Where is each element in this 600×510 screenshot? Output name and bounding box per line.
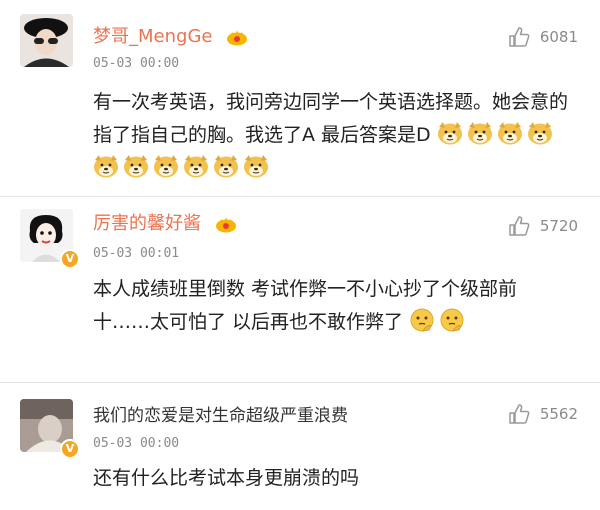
thinking-emoji-icon [440,308,464,332]
doge-emoji-icon [214,155,238,178]
vip-crown-icon [227,30,248,46]
username-text[interactable]: 厉害的馨好酱 [93,213,201,234]
thumbs-up-icon [509,216,530,236]
verified-badge-icon: V [60,249,80,269]
comment-text: 还有什么比考试本身更崩溃的吗 [93,462,573,495]
username[interactable]: 梦哥_MengGe [93,22,248,48]
comment-text-body: 还有什么比考试本身更崩溃的吗 [93,467,360,489]
doge-emoji-icon [94,155,118,178]
doge-emoji-icon [437,122,462,145]
like-count: 5562 [539,405,578,423]
thinking-emoji-icon [410,308,434,332]
doge-emoji-icon [154,155,178,178]
thumbs-up-icon [509,404,530,424]
comment-text: 本人成绩班里倒数 考试作弊一不小心抄了个级部前十……太可怕了 以后再也不敢作弊了 [93,273,573,339]
doge-emoji-icon [124,155,148,178]
avatar[interactable] [20,14,73,67]
like-button[interactable]: 5720 [508,215,578,237]
comment-item: 梦哥_MengGe 05-03 00:00 6081 有一次考英语，我问旁边同学… [0,0,600,196]
like-button[interactable]: 5562 [508,403,578,425]
like-count: 5720 [539,217,578,235]
comment-item: V 厉害的馨好酱 05-03 00:01 5720 本人成绩班里倒数 考试作弊一… [0,196,600,382]
vip-crown-icon [215,217,236,233]
thumbs-up-icon [509,27,530,47]
username-text[interactable]: 我们的恋爱是对生命超级严重浪费 [93,406,348,426]
doge-emoji-icon [497,122,522,145]
timestamp: 05-03 00:01 [93,246,180,261]
verified-badge-icon: V [60,439,80,459]
comment-text: 有一次考英语，我问旁边同学一个英语选择题。她会意的指了指自己的胸。我选了A 最后… [93,86,573,185]
username[interactable]: 厉害的馨好酱 [93,209,237,235]
username[interactable]: 我们的恋爱是对生命超级严重浪费 [93,401,348,426]
doge-emoji-icon [527,122,552,145]
doge-emoji-icon [184,155,208,178]
like-count: 6081 [539,28,578,46]
timestamp: 05-03 00:00 [93,56,180,71]
comment-item: V 我们的恋爱是对生命超级严重浪费 05-03 00:00 5562 还有什么比… [0,382,600,510]
emoji-row [409,308,469,333]
doge-emoji-icon [467,122,492,145]
like-button[interactable]: 6081 [508,26,578,48]
timestamp: 05-03 00:00 [93,436,180,451]
doge-emoji-icon [244,155,268,178]
username-text[interactable]: 梦哥_MengGe [93,26,212,47]
